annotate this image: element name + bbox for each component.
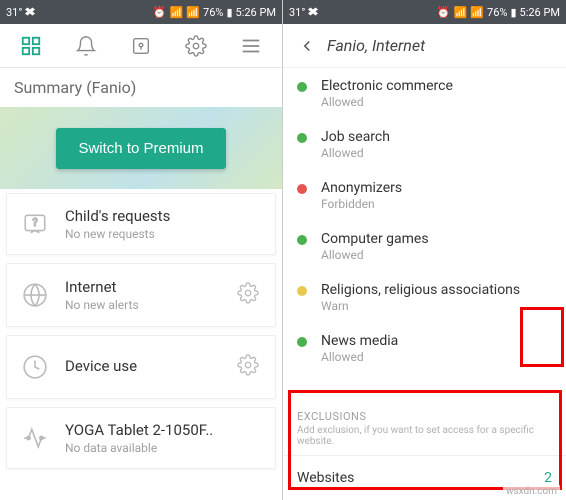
category-status: Allowed xyxy=(321,95,552,109)
battery-percent: 76% xyxy=(203,6,223,19)
category-title: News media xyxy=(321,333,552,349)
category-status: Allowed xyxy=(321,350,552,364)
category-title: Electronic commerce xyxy=(321,78,552,94)
card-title: Internet xyxy=(65,278,231,296)
category-status: Forbidden xyxy=(321,197,552,211)
detail-toolbar: Fanio, Internet xyxy=(283,24,566,68)
right-screen: 31° ⏰ 📶 📶 76% ▮ 5:26 PM Fanio, Internet … xyxy=(283,0,566,500)
left-screen: 31° ⏰ 📶 📶 76% ▮ 5:26 PM Su xyxy=(0,0,283,500)
status-dot xyxy=(297,286,307,296)
page-title: Fanio, Internet xyxy=(327,36,425,55)
card-internet[interactable]: Internet No new alerts xyxy=(6,263,276,327)
category-title: Religions, religious associations xyxy=(321,282,552,298)
battery-icon: ▮ xyxy=(510,6,516,19)
clock-icon xyxy=(17,349,53,385)
card-title: Child's requests xyxy=(65,207,265,225)
wifi-icon: 📶 xyxy=(470,6,484,19)
settings-icon[interactable] xyxy=(174,24,218,68)
status-bar: 31° ⏰ 📶 📶 76% ▮ 5:26 PM xyxy=(283,0,566,24)
summary-header: Summary (Fanio) xyxy=(0,68,282,107)
status-bar: 31° ⏰ 📶 📶 76% ▮ 5:26 PM xyxy=(0,0,282,24)
category-item[interactable]: News mediaAllowed xyxy=(283,323,566,374)
clock-time: 5:26 PM xyxy=(520,6,560,19)
websites-label: Websites xyxy=(297,470,354,486)
map-banner: Switch to Premium xyxy=(0,107,282,189)
websites-count: 2 xyxy=(544,470,552,486)
card-title: YOGA Tablet 2-1050F.. xyxy=(65,421,265,439)
category-item[interactable]: Job searchAllowed xyxy=(283,119,566,170)
card-subtitle: No new alerts xyxy=(65,298,231,312)
status-dot xyxy=(297,184,307,194)
category-status: Allowed xyxy=(321,146,552,160)
exclusions-header: EXCLUSIONS xyxy=(283,402,566,425)
globe-icon xyxy=(17,277,53,313)
alarm-icon: ⏰ xyxy=(153,6,167,19)
category-status: Allowed xyxy=(321,248,552,262)
signal-icon: 📶 xyxy=(170,6,184,19)
card-subtitle: No new requests xyxy=(65,227,265,241)
category-list: Electronic commerceAllowedJob searchAllo… xyxy=(283,68,566,402)
card-subtitle: No data available xyxy=(65,441,265,455)
back-button[interactable] xyxy=(293,32,321,60)
category-item[interactable]: Electronic commerceAllowed xyxy=(283,68,566,119)
svg-text:?: ? xyxy=(32,216,37,229)
alarm-icon: ⏰ xyxy=(437,6,451,19)
category-status: Warn xyxy=(321,299,552,313)
internet-settings-button[interactable] xyxy=(231,276,265,314)
card-title: Device use xyxy=(65,357,231,375)
card-child-requests[interactable]: ? Child's requests No new requests xyxy=(6,193,276,255)
bell-icon[interactable] xyxy=(64,24,108,68)
battery-percent: 76% xyxy=(487,6,507,19)
signal-icon: 📶 xyxy=(454,6,468,19)
status-dot xyxy=(297,235,307,245)
category-item[interactable]: Computer gamesAllowed xyxy=(283,221,566,272)
device-settings-button[interactable] xyxy=(231,348,265,386)
chat-icon: ? xyxy=(17,206,53,242)
main-toolbar xyxy=(0,24,282,68)
status-dot xyxy=(297,82,307,92)
status-dot xyxy=(297,133,307,143)
category-title: Computer games xyxy=(321,231,552,247)
temperature: 31° xyxy=(6,6,22,19)
card-device-use[interactable]: Device use xyxy=(6,335,276,399)
status-dot xyxy=(297,337,307,347)
category-item[interactable]: AnonymizersForbidden xyxy=(283,170,566,221)
battery-icon: ▮ xyxy=(226,6,232,19)
temperature: 31° xyxy=(289,6,305,19)
activity-icon xyxy=(17,420,53,456)
clock-time: 5:26 PM xyxy=(236,6,276,19)
card-yoga-tablet[interactable]: YOGA Tablet 2-1050F.. No data available xyxy=(6,407,276,469)
category-item[interactable]: Religions, religious associationsWarn xyxy=(283,272,566,323)
exclusions-hint: Add exclusion, if you want to set access… xyxy=(283,425,566,456)
menu-icon[interactable] xyxy=(229,24,273,68)
premium-button[interactable]: Switch to Premium xyxy=(56,128,225,169)
dropbox-icon xyxy=(24,6,36,18)
watermark: wsxdn.com xyxy=(503,485,560,498)
location-icon[interactable] xyxy=(119,24,163,68)
grid-icon[interactable] xyxy=(9,24,53,68)
wifi-icon: 📶 xyxy=(186,6,200,19)
category-title: Job search xyxy=(321,129,552,145)
category-title: Anonymizers xyxy=(321,180,552,196)
dropbox-icon xyxy=(307,6,319,18)
